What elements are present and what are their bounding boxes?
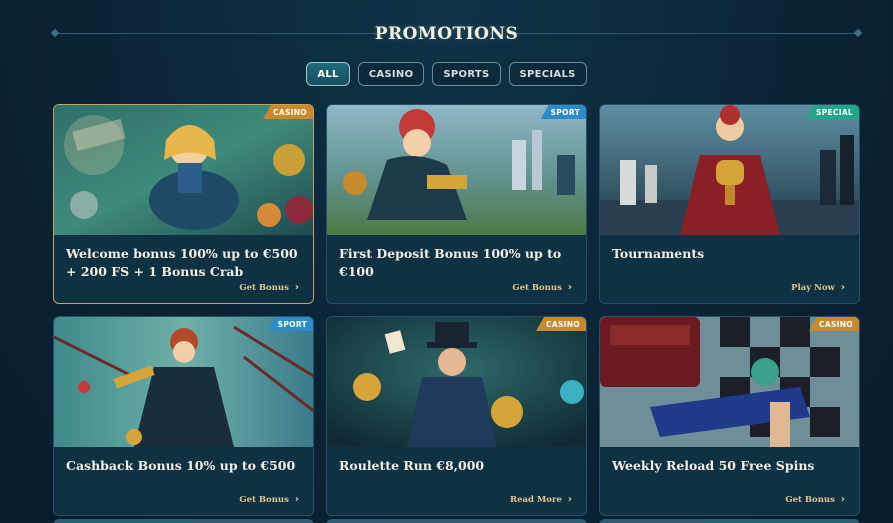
category-badge: SPORT <box>540 105 586 119</box>
get-bonus-link[interactable]: Get Bonus › <box>239 494 299 505</box>
chevron-right-icon: › <box>840 282 845 293</box>
promo-image-mad-hatter: CASINO <box>327 317 586 447</box>
promo-card-partial[interactable] <box>53 519 314 523</box>
promo-card-welcome-bonus[interactable]: CASINO Welcome bonus 100% up to €500 + 2… <box>53 104 314 304</box>
chevron-right-icon: › <box>567 282 572 293</box>
chevron-right-icon: › <box>294 494 299 505</box>
category-badge: SPORT <box>267 317 313 331</box>
promo-title: Cashback Bonus 10% up to €500 <box>66 458 296 473</box>
category-badge: CASINO <box>809 317 859 331</box>
cta-label: Get Bonus <box>785 494 835 505</box>
get-bonus-link[interactable]: Get Bonus › <box>239 282 299 293</box>
promo-card-cashback[interactable]: SPORT Cashback Bonus 10% up to €500 Get … <box>53 316 314 516</box>
promo-title: Tournaments <box>612 246 705 261</box>
category-badge: CASINO <box>263 105 313 119</box>
promo-title: Welcome bonus 100% up to €500 + 200 FS +… <box>66 246 298 279</box>
category-badge: SPECIAL <box>806 105 859 119</box>
cta-label: Get Bonus <box>512 282 562 293</box>
promo-card-partial[interactable] <box>599 519 860 523</box>
get-bonus-link[interactable]: Get Bonus › <box>785 494 845 505</box>
promo-image-queen-croquet: SPORT <box>327 105 586 235</box>
promo-image-slot-machine: CASINO <box>600 317 859 447</box>
tab-casino[interactable]: CASINO <box>357 62 425 86</box>
cta-label: Get Bonus <box>239 282 289 293</box>
promo-card-partial[interactable] <box>326 519 587 523</box>
promo-title: Weekly Reload 50 Free Spins <box>612 458 815 473</box>
tab-all[interactable]: ALL <box>306 62 350 86</box>
chevron-right-icon: › <box>840 494 845 505</box>
promo-card-roulette-run[interactable]: CASINO Roulette Run €8,000 Read More › <box>326 316 587 516</box>
promo-image-queen-trophy: SPECIAL <box>600 105 859 235</box>
get-bonus-link[interactable]: Get Bonus › <box>512 282 572 293</box>
cta-label: Play Now <box>791 282 835 293</box>
promo-card-weekly-reload[interactable]: CASINO Weekly Reload 50 Free Spins Get B… <box>599 316 860 516</box>
promo-filter-tabs: ALL CASINO SPORTS SPECIALS <box>0 62 893 86</box>
promo-card-tournaments[interactable]: SPECIAL Tournaments Play Now › <box>599 104 860 304</box>
tab-sports[interactable]: SPORTS <box>432 62 501 86</box>
promo-title: Roulette Run €8,000 <box>339 458 485 473</box>
page-title: PROMOTIONS <box>374 24 519 44</box>
play-now-link[interactable]: Play Now › <box>791 282 845 293</box>
category-badge: CASINO <box>536 317 586 331</box>
chevron-right-icon: › <box>294 282 299 293</box>
cta-label: Get Bonus <box>239 494 289 505</box>
page-header: PROMOTIONS <box>0 22 893 46</box>
promo-image-alice: CASINO <box>54 105 313 235</box>
read-more-link[interactable]: Read More › <box>510 494 572 505</box>
promo-image-queen-arrows: SPORT <box>54 317 313 447</box>
next-row-cards <box>53 519 860 523</box>
cta-label: Read More <box>510 494 562 505</box>
promo-card-first-deposit[interactable]: SPORT First Deposit Bonus 100% up to €10… <box>326 104 587 304</box>
promotions-grid: CASINO Welcome bonus 100% up to €500 + 2… <box>53 104 860 516</box>
promo-title: First Deposit Bonus 100% up to €100 <box>339 246 562 279</box>
chevron-right-icon: › <box>567 494 572 505</box>
tab-specials[interactable]: SPECIALS <box>508 62 587 86</box>
